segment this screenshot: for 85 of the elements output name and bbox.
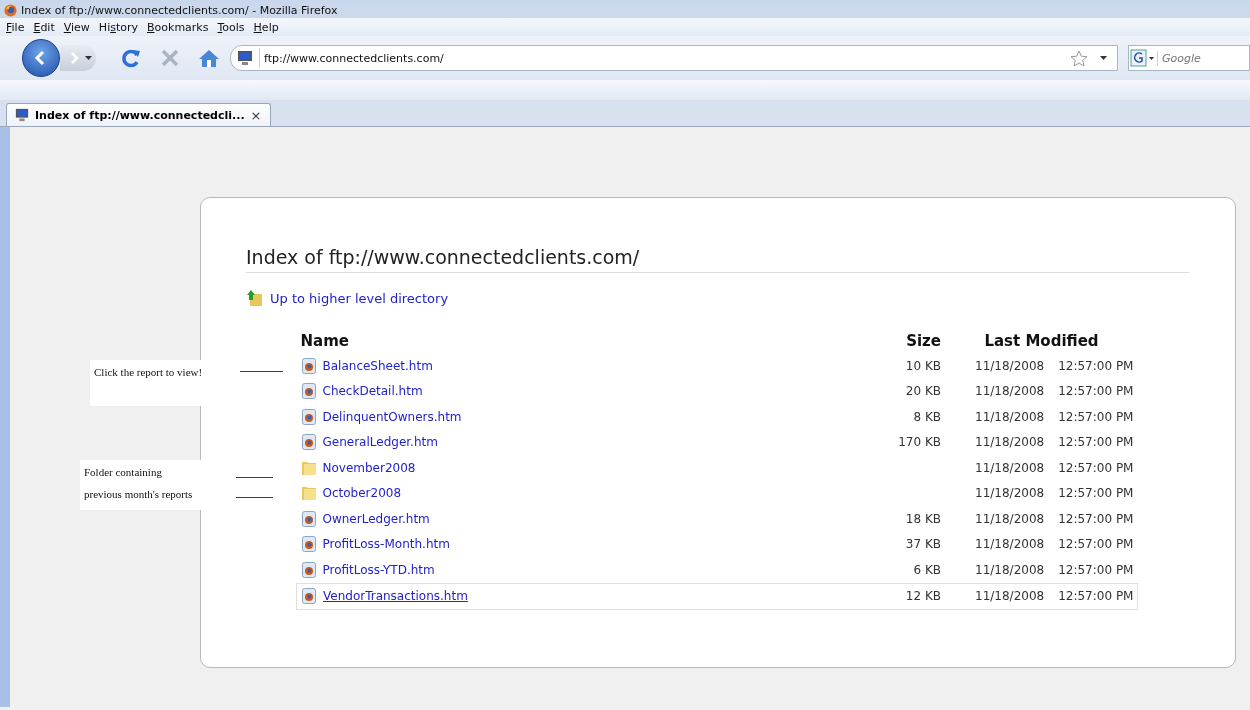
time-cell: 12:57:00 PM xyxy=(1048,583,1138,610)
document-icon xyxy=(300,434,317,451)
file-link[interactable]: ProfitLoss-YTD.htm xyxy=(322,562,435,577)
up-directory-link[interactable]: Up to higher level directory xyxy=(270,290,449,306)
browser-tab[interactable]: Index of ftp://www.connectedcli... × xyxy=(6,103,271,126)
folder-link[interactable]: November2008 xyxy=(322,460,416,475)
annotation-text: Folder containing xyxy=(84,466,162,478)
file-link[interactable]: BalanceSheet.htm xyxy=(322,358,433,373)
time-cell-text: 12:57:00 PM xyxy=(1057,357,1135,375)
folder-icon xyxy=(300,485,317,502)
document-icon xyxy=(301,588,317,605)
window-title: Index of ftp://www.connectedclients.com/ - Mozilla Firefox xyxy=(21,3,338,17)
document-icon xyxy=(300,561,317,578)
home-icon[interactable] xyxy=(198,48,220,68)
leader-line xyxy=(240,371,283,372)
search-bar[interactable]: Google xyxy=(1128,45,1250,71)
document-icon xyxy=(300,536,317,553)
leader-line xyxy=(236,477,273,478)
date-cell-text: 11/18/2008 xyxy=(974,459,1046,477)
computer-icon xyxy=(15,108,29,122)
date-cell: 11/18/2008 xyxy=(945,583,1049,610)
size-cell: 6 KB xyxy=(877,557,945,583)
date-cell-text: 11/18/2008 xyxy=(974,485,1046,503)
computer-icon xyxy=(237,50,253,66)
document-icon xyxy=(300,510,317,527)
column-header: Last Modified xyxy=(983,331,1100,352)
dropdown-arrow-icon[interactable] xyxy=(1100,56,1107,60)
time-cell-text: 12:57:00 PM xyxy=(1057,408,1135,426)
size-cell-text: 170 KB xyxy=(897,434,942,452)
date-cell-text: 11/18/2008 xyxy=(974,510,1046,528)
time-cell: 12:57:00 PM xyxy=(1048,557,1138,583)
document-icon xyxy=(300,383,317,400)
annotation-text: Click the report to view! xyxy=(94,366,203,378)
date-cell-text: 11/18/2008 xyxy=(974,408,1046,426)
file-link[interactable]: GeneralLedger.htm xyxy=(322,435,438,450)
date-cell: 11/18/2008 xyxy=(945,557,1049,583)
leader-line xyxy=(236,497,273,498)
search-field[interactable]: Google xyxy=(1157,50,1244,66)
tab-label: Index of ftp://www.connectedcli... xyxy=(35,108,245,122)
time-cell-text: 12:57:00 PM xyxy=(1057,434,1135,452)
date-cell-text: 11/18/2008 xyxy=(974,357,1046,375)
column-header: Size xyxy=(905,331,942,352)
menu-item[interactable]: Tools xyxy=(217,20,245,34)
time-cell-text: 12:57:00 PM xyxy=(1057,510,1135,528)
time-cell-text: 12:57:00 PM xyxy=(1057,383,1135,401)
page-heading: Index of ftp://www.connectedclients.com/ xyxy=(246,246,1189,273)
time-cell-text: 12:57:00 PM xyxy=(1057,485,1135,503)
back-button[interactable] xyxy=(22,39,60,77)
date-cell-text: 11/18/2008 xyxy=(974,536,1046,554)
time-cell-text: 12:57:00 PM xyxy=(1057,536,1135,554)
date-cell-text: 11/18/2008 xyxy=(974,434,1046,452)
document-icon xyxy=(300,408,317,425)
annotation-text: previous month's reports xyxy=(84,488,193,500)
reload-icon[interactable] xyxy=(120,47,142,69)
address-field[interactable]: ftp://www.connectedclients.com/ xyxy=(259,48,1064,68)
dropdown-arrow-icon xyxy=(85,56,92,60)
date-cell-text: 11/18/2008 xyxy=(974,383,1046,401)
size-cell: 12 KB xyxy=(877,583,945,610)
menu-item[interactable]: View xyxy=(63,20,90,34)
size-cell-text: 20 KB xyxy=(904,383,942,401)
firefox-logo-icon xyxy=(4,3,17,17)
up-folder-icon xyxy=(246,289,264,307)
size-cell-text: 10 KB xyxy=(904,357,942,375)
folder-icon xyxy=(300,459,317,476)
search-engine-icon[interactable] xyxy=(1129,49,1157,67)
address-bar[interactable]: ftp://www.connectedclients.com/ xyxy=(230,45,1118,71)
time-cell-text: 12:57:00 PM xyxy=(1057,459,1135,477)
document-icon xyxy=(300,357,317,374)
menu-item[interactable]: History xyxy=(98,20,138,34)
size-cell-text: 37 KB xyxy=(904,536,942,554)
file-link[interactable]: ProfitLoss-Month.htm xyxy=(322,537,450,552)
menu-item[interactable]: Help xyxy=(253,20,279,34)
file-link[interactable]: CheckDetail.htm xyxy=(322,384,423,399)
menu-item[interactable]: File xyxy=(6,20,25,34)
menu-item[interactable]: Bookmarks xyxy=(147,20,209,34)
folder-link[interactable]: October2008 xyxy=(322,486,402,501)
file-link[interactable]: OwnerLedger.htm xyxy=(322,511,430,526)
star-icon[interactable] xyxy=(1070,49,1088,67)
file-link[interactable]: VendorTransactions.htm xyxy=(323,589,468,604)
close-tab-button[interactable]: × xyxy=(250,107,262,123)
column-header: Name xyxy=(299,331,350,352)
size-cell-text: 8 KB xyxy=(912,408,942,426)
file-link[interactable]: DelinquentOwners.htm xyxy=(322,409,462,424)
menu-item[interactable]: Edit xyxy=(33,20,55,34)
size-cell-text: 18 KB xyxy=(904,510,942,528)
